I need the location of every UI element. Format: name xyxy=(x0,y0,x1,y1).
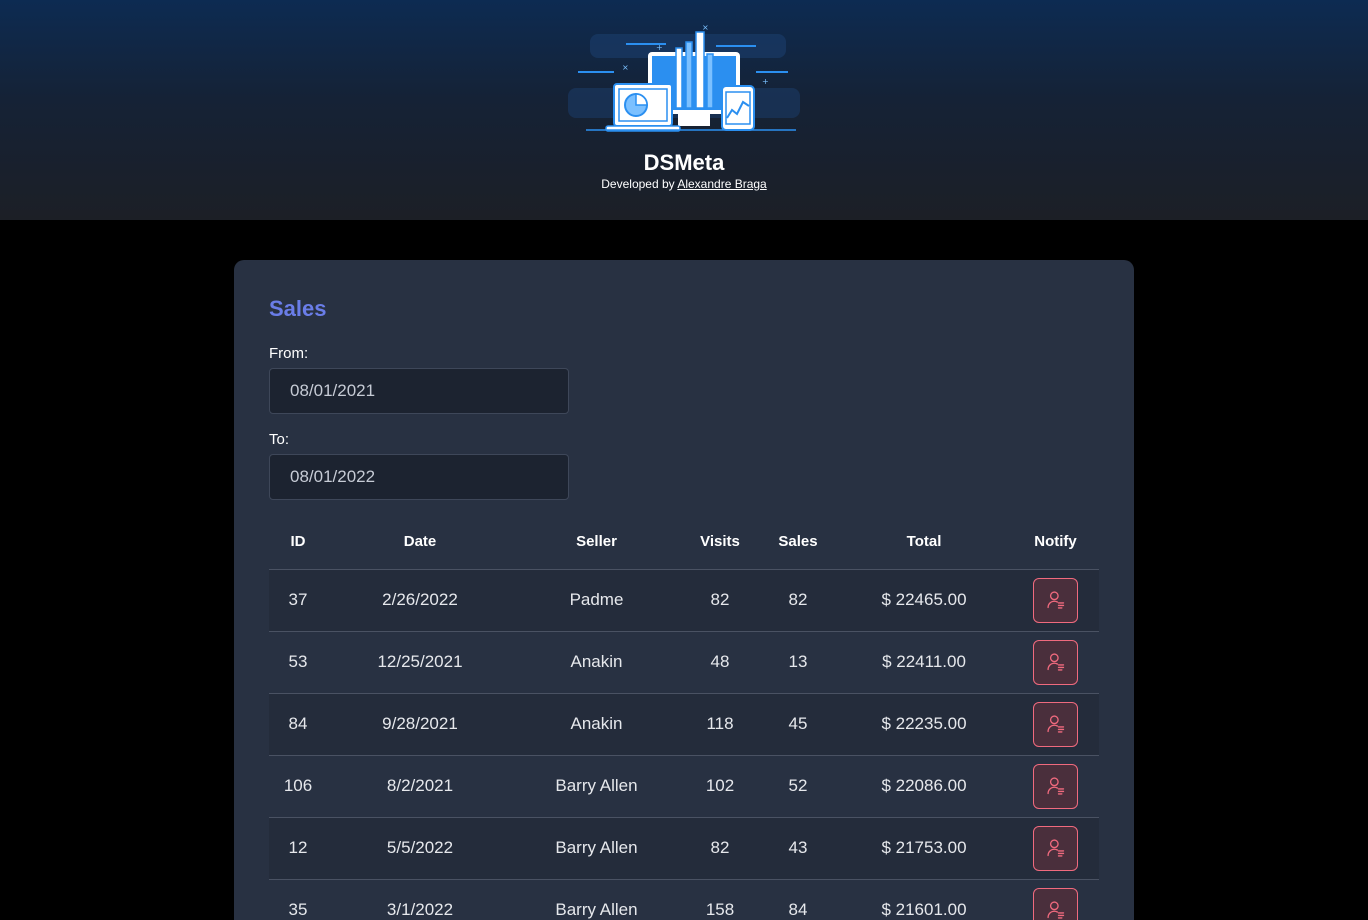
cell-notify xyxy=(1012,879,1099,920)
cell-notify xyxy=(1012,631,1099,694)
to-label: To: xyxy=(269,431,290,448)
cell-seller: Anakin xyxy=(513,693,680,756)
cell-seller: Barry Allen xyxy=(513,817,680,880)
sales-title: Sales xyxy=(269,296,327,321)
cell-id: 35 xyxy=(269,879,327,920)
cell-sales: 45 xyxy=(760,693,836,756)
cell-notify xyxy=(1012,817,1099,880)
column-header-total: Total xyxy=(836,514,1012,570)
cell-total: $ 22235.00 xyxy=(836,693,1012,756)
notify-button[interactable] xyxy=(1033,577,1078,623)
developed-by-label: Developed by xyxy=(601,177,675,191)
cell-seller: Padme xyxy=(513,569,680,632)
cell-id: 84 xyxy=(269,693,327,756)
notify-button[interactable] xyxy=(1033,887,1078,920)
author-link[interactable]: Alexandre Braga xyxy=(677,177,766,191)
cell-visits: 118 xyxy=(680,693,760,756)
notify-button[interactable] xyxy=(1033,763,1078,809)
column-header-id: ID xyxy=(269,514,327,570)
cell-notify xyxy=(1012,693,1099,756)
cell-total: $ 21601.00 xyxy=(836,879,1012,920)
user-notify-icon xyxy=(1046,839,1064,857)
svg-text:×: × xyxy=(702,23,709,32)
cell-date: 12/25/2021 xyxy=(327,631,513,694)
sales-card: Sales From: To: ID Date Seller Visits Sa… xyxy=(234,260,1134,920)
to-date-input[interactable] xyxy=(269,454,569,500)
column-header-sales: Sales xyxy=(760,514,836,570)
user-notify-icon xyxy=(1046,653,1064,671)
cell-date: 9/28/2021 xyxy=(327,693,513,756)
table-row: 37 2/26/2022 Padme 82 82 $ 22465.00 xyxy=(269,569,1099,632)
user-notify-icon xyxy=(1046,715,1064,733)
column-header-notify: Notify xyxy=(1012,514,1099,570)
cell-total: $ 22411.00 xyxy=(836,631,1012,694)
cell-seller: Barry Allen xyxy=(513,879,680,920)
sales-table: ID Date Seller Visits Sales Total Notify… xyxy=(269,514,1099,920)
column-header-seller: Seller xyxy=(513,514,680,570)
cell-id: 106 xyxy=(269,755,327,818)
cell-sales: 82 xyxy=(760,569,836,632)
cell-total: $ 22086.00 xyxy=(836,755,1012,818)
column-header-visits: Visits xyxy=(680,514,760,570)
user-notify-icon xyxy=(1046,591,1064,609)
cell-seller: Anakin xyxy=(513,631,680,694)
cell-total: $ 21753.00 xyxy=(836,817,1012,880)
table-header-row: ID Date Seller Visits Sales Total Notify xyxy=(269,514,1099,570)
cell-id: 37 xyxy=(269,569,327,632)
dashboard-devices-illustration: × × + + xyxy=(568,23,800,132)
cell-id: 53 xyxy=(269,631,327,694)
column-header-date: Date xyxy=(327,514,513,570)
cell-notify xyxy=(1012,569,1099,632)
cell-date: 5/5/2022 xyxy=(327,817,513,880)
notify-button[interactable] xyxy=(1033,639,1078,685)
svg-text:+: + xyxy=(762,77,769,86)
cell-seller: Barry Allen xyxy=(513,755,680,818)
cell-sales: 13 xyxy=(760,631,836,694)
cell-date: 8/2/2021 xyxy=(327,755,513,818)
cell-visits: 82 xyxy=(680,817,760,880)
notify-button[interactable] xyxy=(1033,701,1078,747)
developer-credit: Developed by Alexandre Braga xyxy=(0,177,1368,191)
cell-visits: 102 xyxy=(680,755,760,818)
cell-notify xyxy=(1012,755,1099,818)
svg-text:+: + xyxy=(656,43,663,52)
table-row: 35 3/1/2022 Barry Allen 158 84 $ 21601.00 xyxy=(269,879,1099,920)
cell-date: 3/1/2022 xyxy=(327,879,513,920)
page-header: × × + + DSMeta Developed by Alexandre Br… xyxy=(0,0,1368,220)
user-notify-icon xyxy=(1046,901,1064,919)
cell-visits: 48 xyxy=(680,631,760,694)
table-row: 106 8/2/2021 Barry Allen 102 52 $ 22086.00 xyxy=(269,755,1099,818)
sales-table-body: 37 2/26/2022 Padme 82 82 $ 22465.00 53 12/25/20… xyxy=(269,569,1099,920)
user-notify-icon xyxy=(1046,777,1064,795)
table-row: 84 9/28/2021 Anakin 118 45 $ 22235.00 xyxy=(269,693,1099,756)
from-date-input[interactable] xyxy=(269,368,569,414)
notify-button[interactable] xyxy=(1033,825,1078,871)
cell-visits: 158 xyxy=(680,879,760,920)
from-label: From: xyxy=(269,345,309,362)
cell-sales: 43 xyxy=(760,817,836,880)
cell-date: 2/26/2022 xyxy=(327,569,513,632)
cell-total: $ 22465.00 xyxy=(836,569,1012,632)
table-row: 12 5/5/2022 Barry Allen 82 43 $ 21753.00 xyxy=(269,817,1099,880)
app-title: DSMeta xyxy=(643,150,725,175)
svg-text:×: × xyxy=(622,63,629,72)
cell-id: 12 xyxy=(269,817,327,880)
cell-sales: 52 xyxy=(760,755,836,818)
cell-sales: 84 xyxy=(760,879,836,920)
cell-visits: 82 xyxy=(680,569,760,632)
table-row: 53 12/25/2021 Anakin 48 13 $ 22411.00 xyxy=(269,631,1099,694)
